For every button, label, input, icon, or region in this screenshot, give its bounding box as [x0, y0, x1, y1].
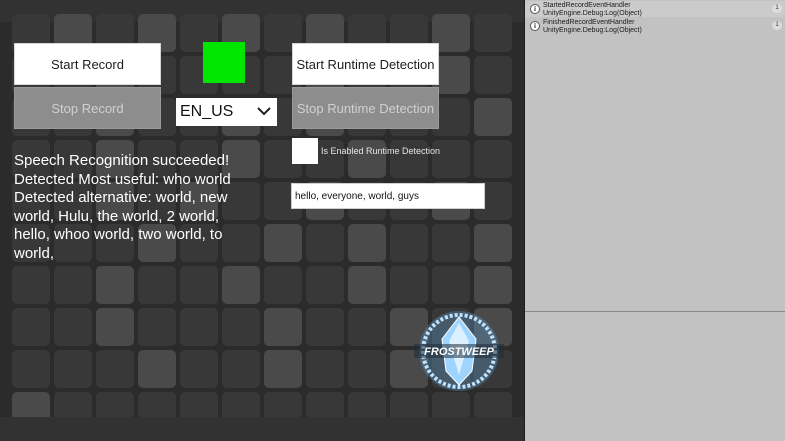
info-icon: i [530, 4, 540, 14]
console-log-title: StartedRecordEventHandler [543, 2, 631, 9]
result-line-status: Speech Recognition succeeded! [14, 152, 230, 169]
console-log-count: 1 [772, 21, 782, 30]
stop-runtime-detection-button[interactable]: Stop Runtime Detection [292, 87, 439, 129]
console-log-detail: UnityEngine.Debug:Log(Object) [543, 9, 642, 17]
background-tile [264, 308, 302, 346]
background-tile [474, 14, 512, 52]
background-tile [12, 350, 50, 388]
background-tile [180, 308, 218, 346]
chevron-down-icon [257, 107, 271, 116]
background-tile [348, 350, 386, 388]
background-tile [348, 308, 386, 346]
info-icon: i [530, 21, 540, 31]
language-dropdown[interactable]: EN_US [176, 98, 277, 126]
console-split-divider[interactable] [525, 311, 785, 312]
background-tile [474, 140, 512, 178]
background-tile [12, 308, 50, 346]
language-dropdown-value: EN_US [180, 103, 234, 120]
game-view: Start Record Stop Record EN_US Start Run… [0, 0, 524, 441]
background-tile [432, 266, 470, 304]
background-tile [306, 266, 344, 304]
background-tile [474, 98, 512, 136]
console-log-entry[interactable]: i StartedRecordEventHandler UnityEngine.De… [525, 1, 785, 17]
frostweep-logo: FROSTWEEP [414, 311, 504, 391]
start-record-button[interactable]: Start Record [14, 43, 161, 85]
background-tile [138, 350, 176, 388]
background-tile [138, 266, 176, 304]
console-log-detail: UnityEngine.Debug:Log(Object) [543, 26, 642, 34]
background-tile [264, 224, 302, 262]
console-log-title: FinishedRecordEventHandler [543, 19, 635, 26]
runtime-detection-label: Is Enabled Runtime Detection [321, 146, 441, 156]
console-panel: i StartedRecordEventHandler UnityEngine.De… [524, 0, 785, 441]
recording-status-indicator [203, 42, 245, 83]
background-tile [348, 224, 386, 262]
background-tile [54, 350, 92, 388]
console-log-count: 1 [772, 4, 782, 13]
game-view-bottom-bar [0, 417, 524, 441]
background-tile [390, 224, 428, 262]
background-tile [180, 266, 218, 304]
background-tile [306, 308, 344, 346]
runtime-detection-checkbox[interactable] [292, 138, 318, 164]
console-log-entry[interactable]: i FinishedRecordEventHandler UnityEngine.D… [525, 18, 785, 34]
background-tile [432, 224, 470, 262]
background-tile [138, 308, 176, 346]
background-tile [348, 266, 386, 304]
result-line-alternatives: Detected alternative: world, new world, … [14, 189, 228, 262]
background-tile [264, 350, 302, 388]
console-log-message: FinishedRecordEventHandler UnityEngine.De… [543, 19, 642, 34]
background-tile [306, 350, 344, 388]
background-tile [222, 350, 260, 388]
result-line-most-useful: Detected Most useful: who world [14, 170, 231, 188]
background-tile [222, 308, 260, 346]
background-tile [474, 266, 512, 304]
console-log-message: StartedRecordEventHandler UnityEngine.Deb… [543, 2, 642, 17]
background-tile [54, 308, 92, 346]
background-tile [222, 266, 260, 304]
background-tile [474, 224, 512, 262]
background-tile [96, 308, 134, 346]
background-tile [54, 266, 92, 304]
background-tile [96, 350, 134, 388]
recognition-result-text: Speech Recognition succeeded! Detected M… [14, 152, 254, 263]
background-tile [12, 266, 50, 304]
background-tile [390, 266, 428, 304]
keywords-input[interactable]: hello, everyone, world, guys [291, 183, 485, 209]
logo-wordmark: FROSTWEEP [424, 346, 494, 358]
start-runtime-detection-button[interactable]: Start Runtime Detection [292, 43, 439, 85]
stop-record-button[interactable]: Stop Record [14, 87, 161, 129]
background-tile [180, 350, 218, 388]
background-tile [474, 56, 512, 94]
keywords-input-value: hello, everyone, world, guys [295, 190, 419, 202]
background-tile [96, 266, 134, 304]
background-tile [306, 224, 344, 262]
background-tile [264, 266, 302, 304]
